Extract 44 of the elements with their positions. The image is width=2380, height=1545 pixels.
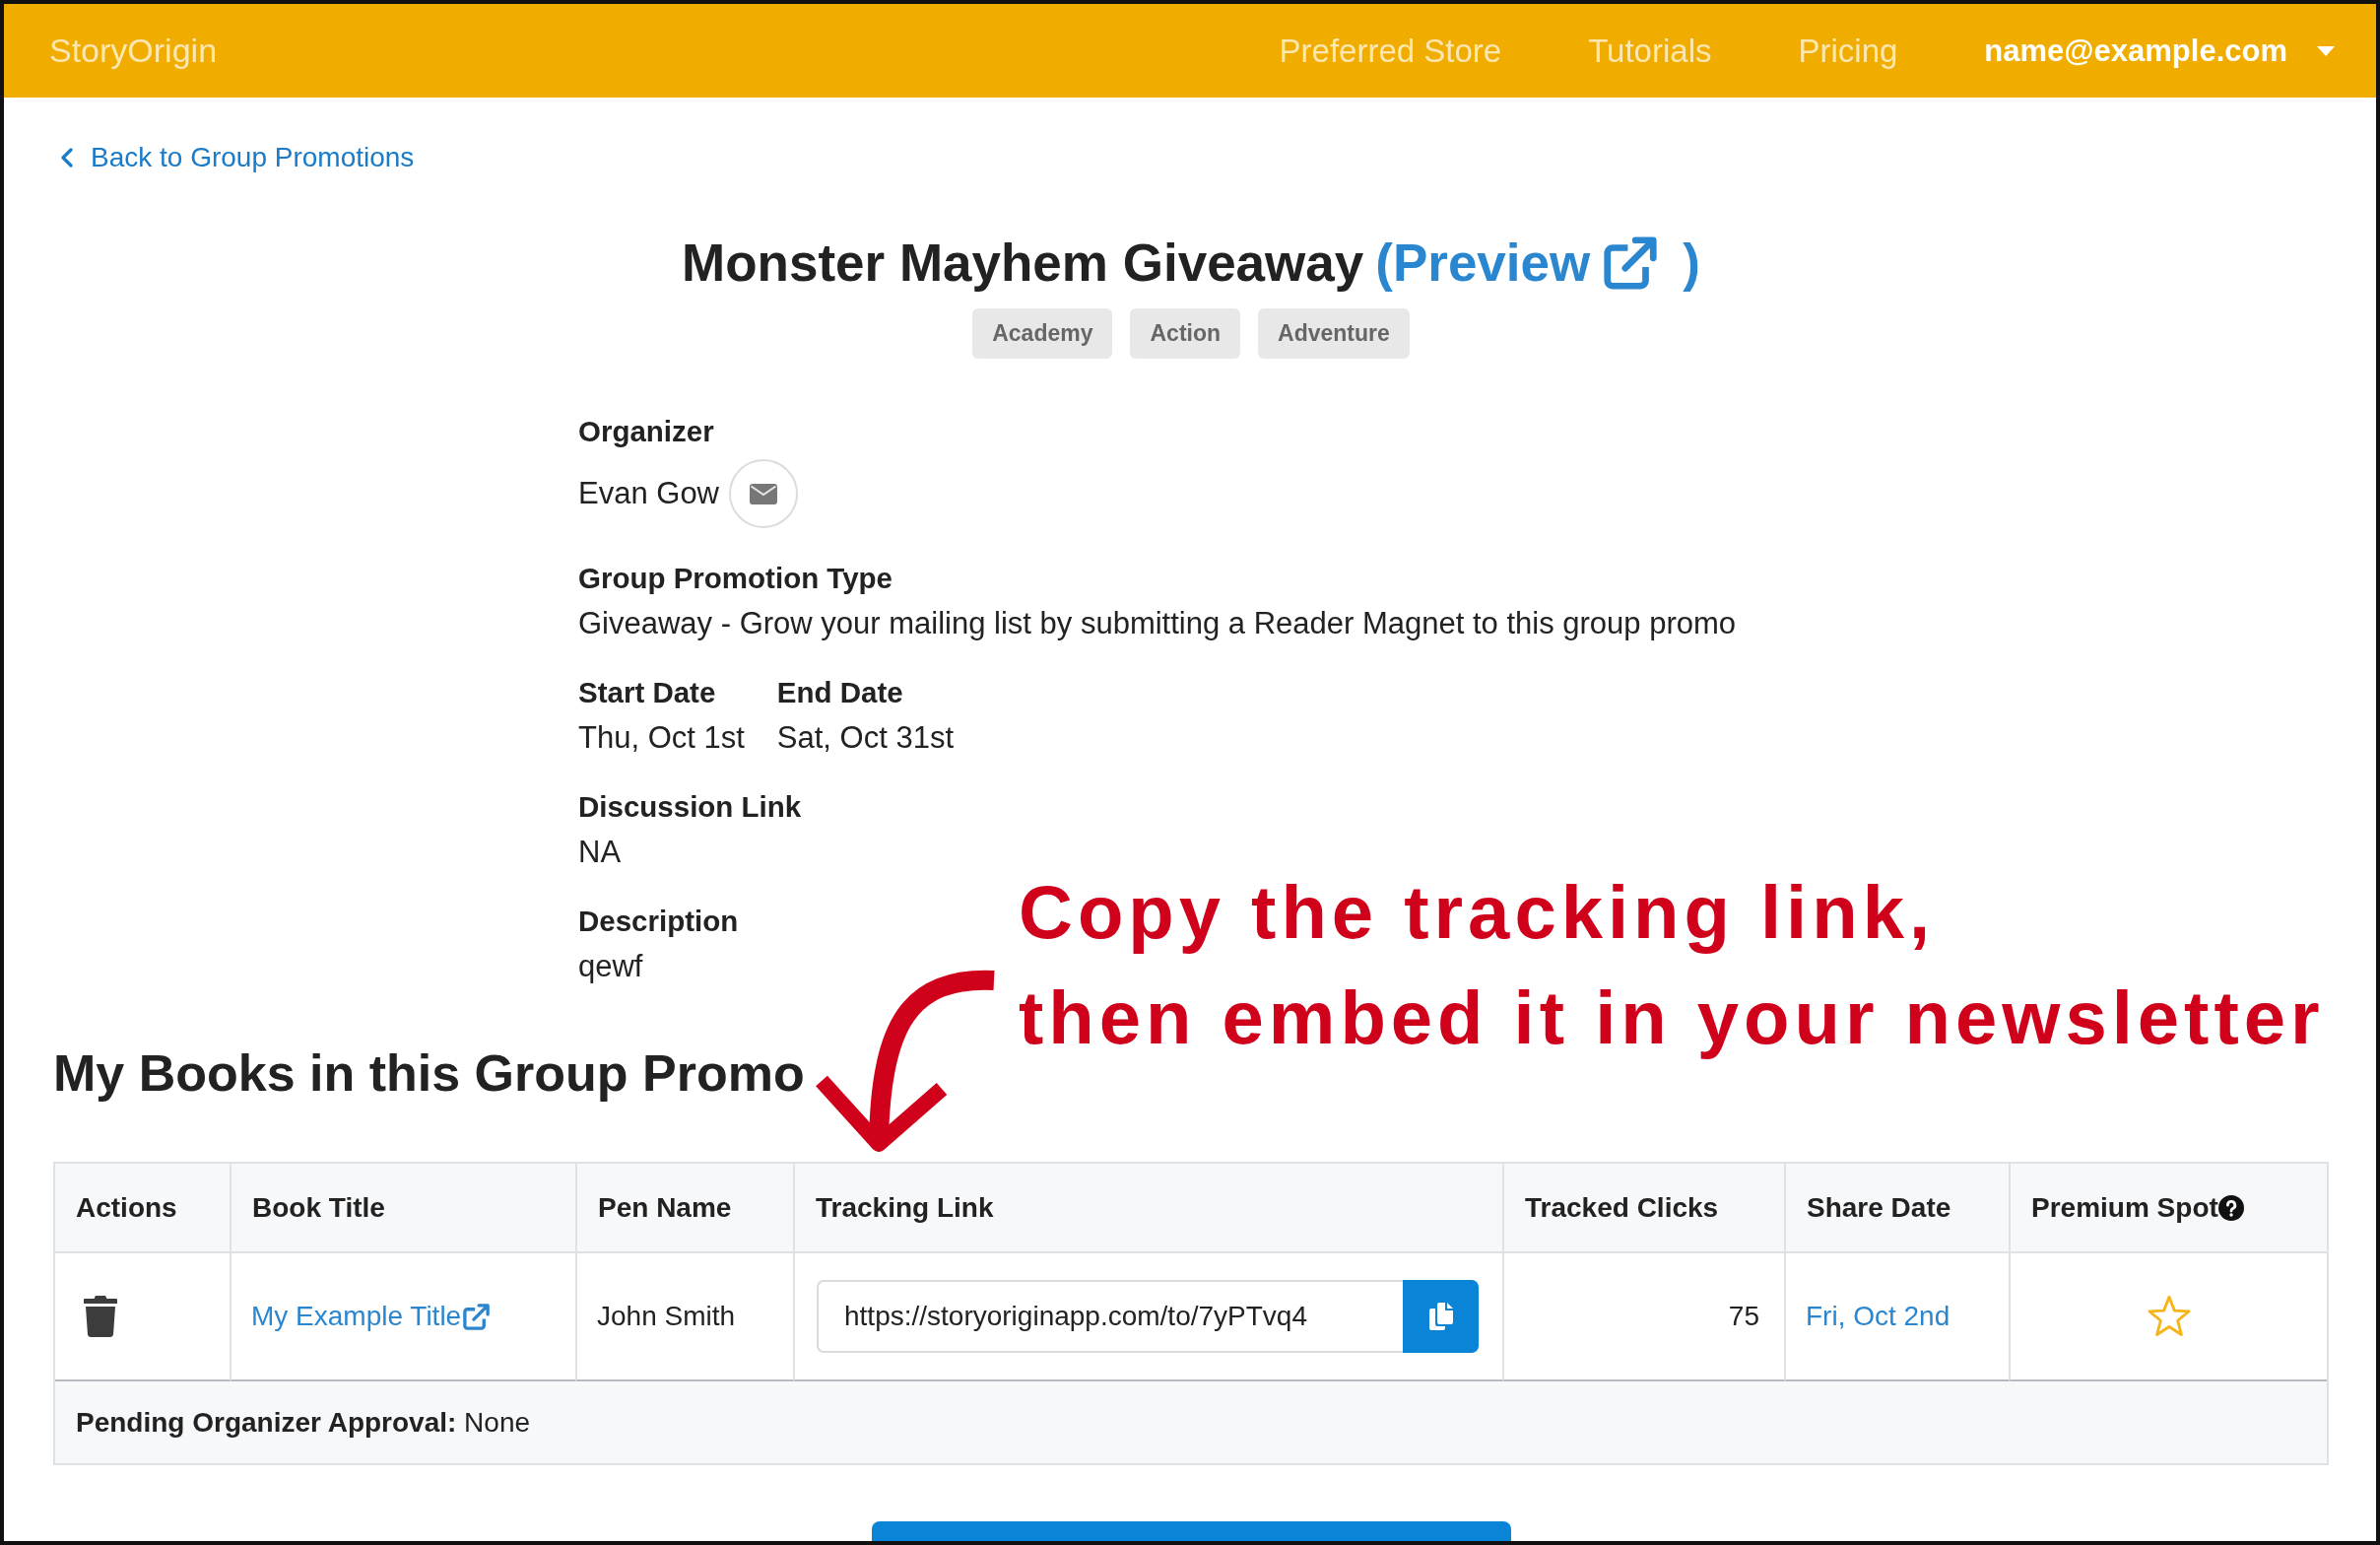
column-header: Actions (76, 1191, 177, 1224)
trash-icon (84, 1296, 117, 1337)
field-value: NA (578, 834, 622, 871)
back-link[interactable]: Back to Group Promotions (61, 141, 415, 174)
organizer-name: Evan Gow (578, 475, 719, 512)
tracking-link-field[interactable]: https://storyoriginapp.com/to/7yPTvq4 (817, 1280, 1403, 1353)
field-label: Description (578, 904, 739, 939)
copy-icon (1428, 1303, 1453, 1330)
caret-icon (2317, 45, 2335, 56)
field-label: Organizer (578, 414, 714, 449)
pen-name: John Smith (597, 1301, 736, 1332)
page-title: Monster Mayhem Giveaway (682, 233, 1364, 294)
field-label: End Date (776, 675, 903, 710)
book-title-link[interactable]: My Example Title (251, 1301, 493, 1332)
copy-button[interactable] (1403, 1280, 1479, 1353)
column-header: Pen Name (598, 1191, 732, 1224)
external-link-icon (461, 1301, 493, 1332)
approval-status: Pending Organizer Approval: None (76, 1406, 531, 1439)
annotation-text: then embed it in your newsletter (1019, 974, 2325, 1061)
star-icon[interactable] (2146, 1295, 2192, 1338)
preview-link[interactable]: (Preview ) (1375, 232, 1700, 295)
column-header: Premium Spot (2031, 1191, 2218, 1224)
click-count: 75 (1728, 1301, 1759, 1332)
genre-tag: Academy (972, 308, 1113, 359)
section-title: My Books in this Group Promo (53, 1043, 805, 1104)
account-menu[interactable]: name@example.com (1984, 33, 2335, 69)
field-value: qewf (578, 948, 643, 985)
envelope-icon (750, 483, 777, 504)
delete-button[interactable] (84, 1296, 117, 1337)
field-label: Start Date (578, 675, 716, 710)
column-header: Book Title (252, 1191, 385, 1224)
genre-tag: Action (1130, 308, 1241, 359)
genre-tag: Adventure (1258, 308, 1410, 359)
column-header: Tracked Clicks (1525, 1191, 1719, 1224)
field-label: Discussion Link (578, 789, 802, 825)
field-label: Group Promotion Type (578, 561, 893, 596)
chevron-left-icon (61, 148, 73, 168)
column-header: Share Date (1807, 1191, 1951, 1224)
field-value: Sat, Oct 31st (776, 719, 955, 757)
share-date-link[interactable]: Fri, Oct 2nd (1806, 1301, 1950, 1332)
annotation-text: Copy the tracking link, (1019, 869, 1937, 956)
field-value: Giveaway - Grow your mailing list by submitting a Reader Magnet to this group promo (578, 605, 1737, 642)
field-value: Thu, Oct 1st (578, 719, 745, 757)
column-header: Tracking Link (816, 1191, 994, 1224)
